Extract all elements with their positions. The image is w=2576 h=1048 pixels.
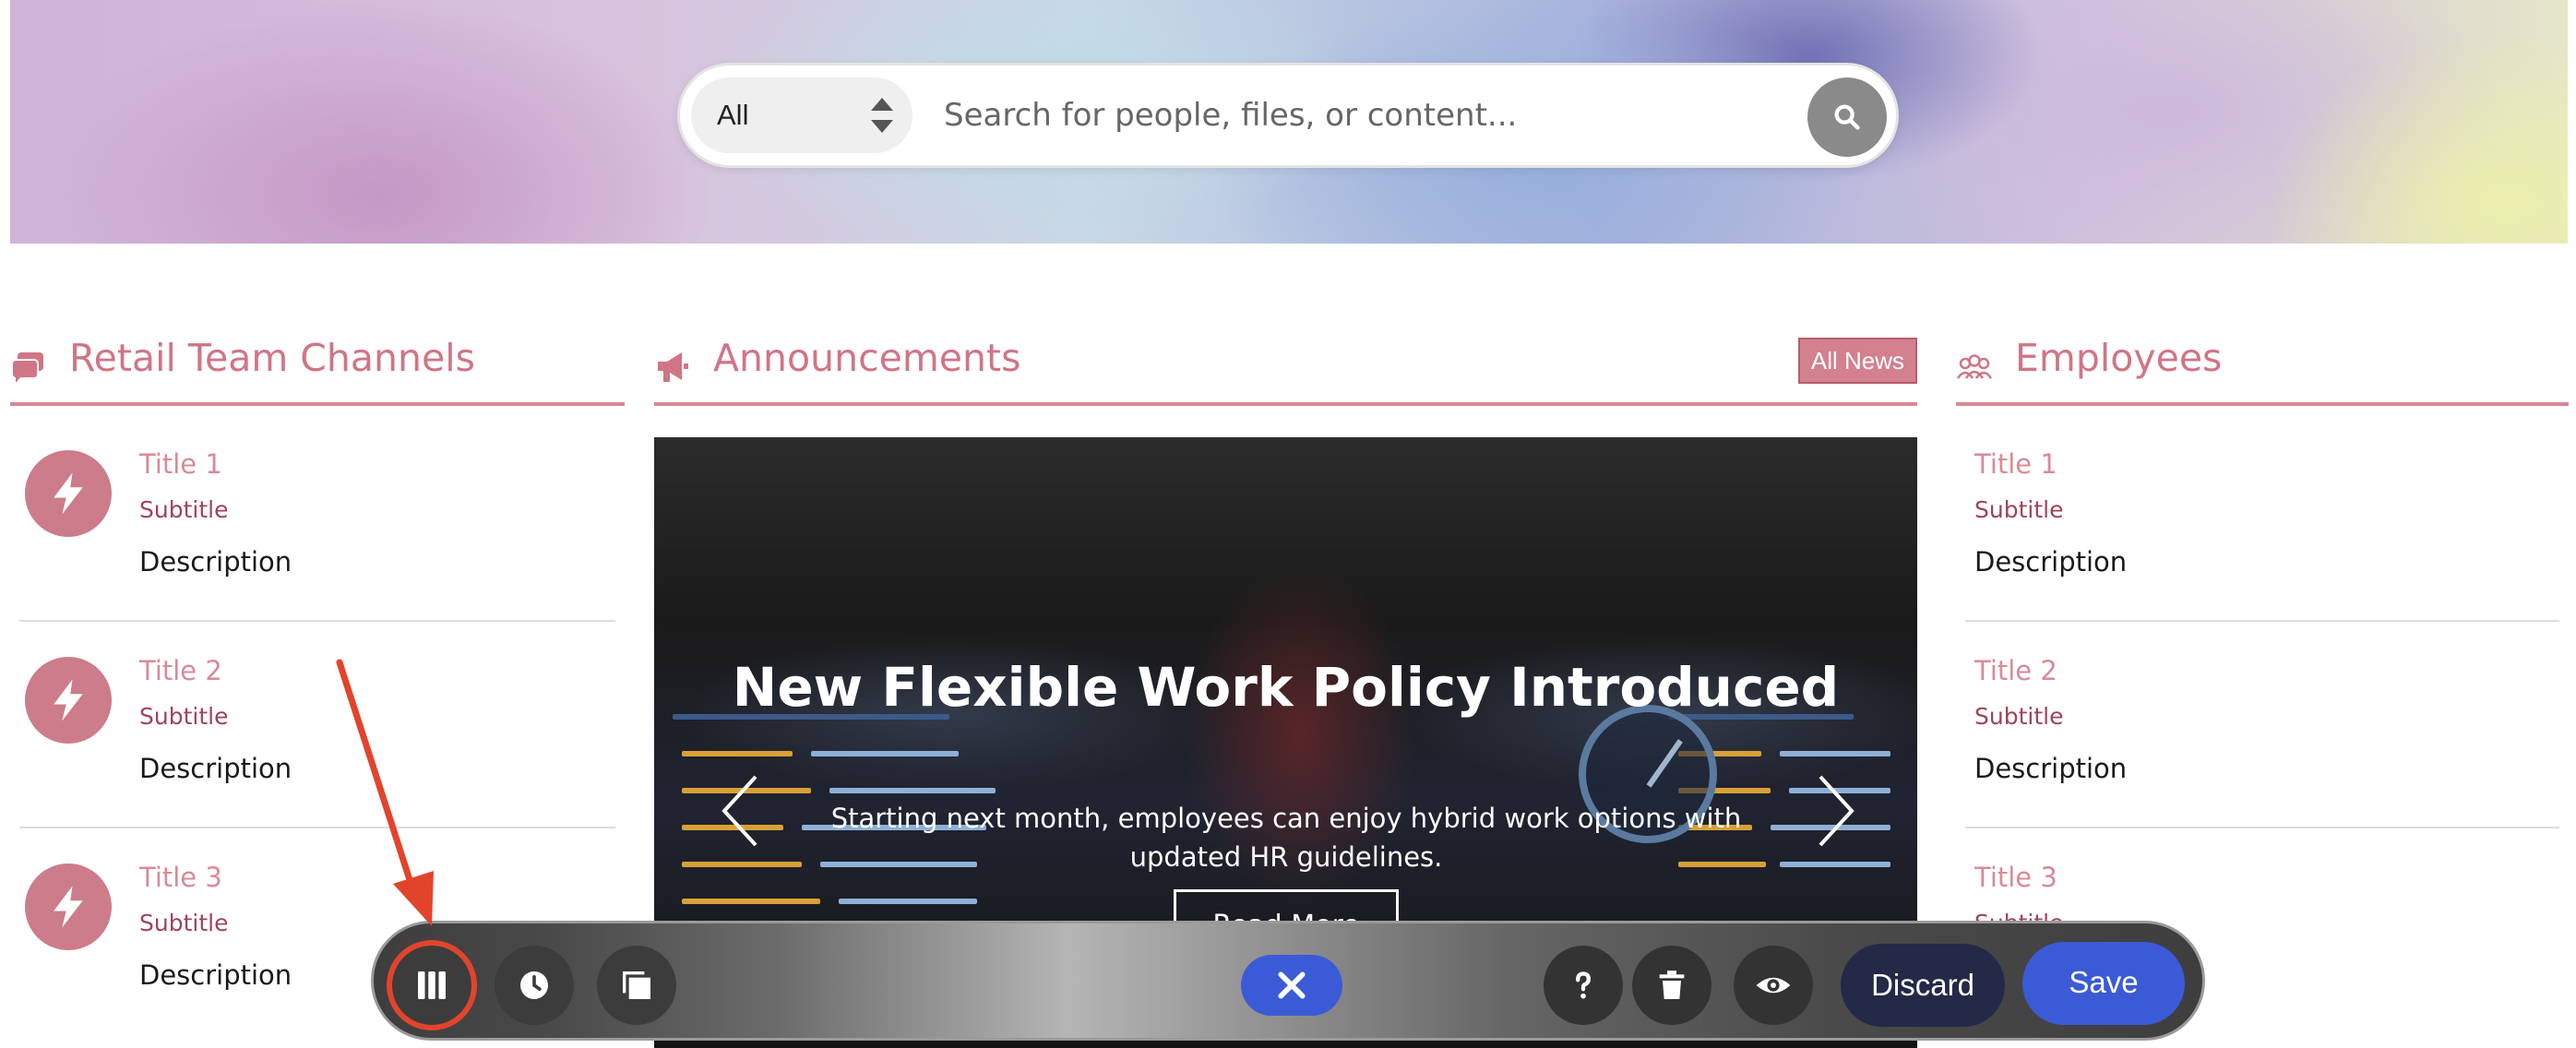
avatar [25,450,112,537]
slide-title: New Flexible Work Policy Introduced [732,656,1840,719]
item-title[interactable]: Title 3 [139,862,222,893]
item-subtitle: Subtitle [1974,496,2064,523]
announcements-title: Announcements [713,336,1021,380]
carousel-next-icon[interactable] [1807,769,1863,852]
clock-icon [520,971,548,999]
chat-bubbles-icon [11,352,43,383]
eye-icon [1756,977,1791,994]
item-description: Description [1974,753,2128,784]
layers-icon [623,971,650,999]
search-button[interactable] [1807,77,1887,157]
item-description: Description [139,753,292,784]
edit-toolbar: Discard Save [371,921,2205,1041]
item-description: Description [139,546,292,578]
discard-button[interactable]: Discard [1841,944,2005,1027]
list-item[interactable]: Title 1 Subtitle Description [10,415,625,622]
avatar [25,863,112,950]
help-icon [1576,971,1592,999]
delete-button[interactable] [1632,946,1711,1025]
search-scope-select[interactable]: All [691,77,912,153]
employees-title: Employees [2015,336,2223,380]
help-button[interactable] [1544,946,1623,1025]
layers-button[interactable] [597,946,676,1025]
item-subtitle: Subtitle [139,496,229,523]
item-title[interactable]: Title 1 [1974,448,2057,480]
search-input[interactable] [944,88,1737,143]
item-subtitle: Subtitle [139,703,229,730]
select-arrows-icon [871,98,893,133]
search-icon [1834,104,1860,130]
item-subtitle: Subtitle [1974,703,2064,730]
item-subtitle: Subtitle [139,910,229,936]
item-title[interactable]: Title 1 [139,448,222,480]
history-button[interactable] [495,946,574,1025]
carousel-prev-icon[interactable] [713,769,769,852]
lightning-icon [54,886,83,928]
employees-section-header: Employees [1956,332,2569,406]
columns-icon [418,971,446,999]
item-title[interactable]: Title 2 [1974,655,2057,686]
search-scope-value: All [717,99,749,131]
hero-banner: All [10,0,2568,244]
close-button[interactable] [1241,955,1342,1016]
item-description: Description [1974,546,2128,578]
avatar [25,657,112,744]
search-bar: All [677,63,1899,168]
item-title[interactable]: Title 2 [139,655,222,686]
columns-button[interactable] [392,946,471,1025]
item-description: Description [139,959,292,991]
megaphone-icon [658,352,688,382]
lightning-icon [54,472,83,515]
save-button[interactable]: Save [2022,942,2185,1025]
all-news-button[interactable]: All News [1797,338,1917,384]
close-icon [1278,971,1306,999]
announcements-section-header: Announcements All News [654,332,1917,406]
lightning-icon [54,679,83,721]
preview-button[interactable] [1734,946,1813,1025]
item-title[interactable]: Title 3 [1974,862,2057,893]
slide-text: Starting next month, employees can enjoy… [830,803,1742,873]
people-icon [1956,354,1993,379]
channels-title: Retail Team Channels [69,336,475,380]
list-item[interactable]: Title 2 Subtitle Description [10,622,625,828]
list-item[interactable]: Title 2 Subtitle Description [1956,622,2569,828]
channels-section-header: Retail Team Channels [10,332,625,406]
list-item[interactable]: Title 1 Subtitle Description [1956,415,2569,622]
trash-icon [1659,971,1685,999]
